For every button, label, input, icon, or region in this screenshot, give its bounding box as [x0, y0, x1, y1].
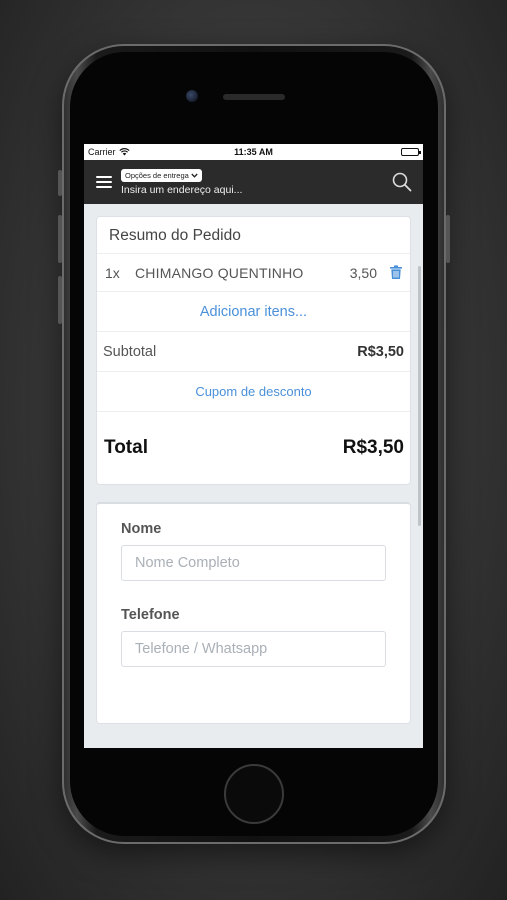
item-name: CHIMANGO QUENTINHO [135, 264, 304, 281]
delivery-options-label: Opções de entrega [125, 170, 189, 180]
address-field[interactable]: Insira um endereço aqui... [121, 184, 391, 196]
item-quantity: 1x [105, 264, 120, 281]
item-price: 3,50 [349, 264, 377, 281]
delivery-options-dropdown[interactable]: Opções de entrega [121, 168, 202, 182]
volume-down-button [58, 276, 62, 324]
subtotal-label: Subtotal [103, 343, 157, 360]
subtotal-row: Subtotal R$3,50 [97, 332, 410, 372]
phone-input[interactable] [121, 631, 386, 667]
top-navbar: Opções de entrega Insira um endereço aqu… [84, 160, 423, 204]
customer-form-card: Nome Telefone [96, 502, 411, 724]
phone-field-group: Telefone [121, 607, 386, 667]
battery-icon [401, 148, 421, 156]
name-input[interactable] [121, 545, 386, 581]
subtotal-value: R$3,50 [357, 343, 404, 360]
chevron-down-icon [191, 173, 198, 178]
total-row: Total R$3,50 [97, 412, 410, 484]
mute-switch [58, 170, 62, 196]
total-value: R$3,50 [342, 437, 404, 458]
name-field-group: Nome [121, 521, 386, 581]
trash-icon[interactable] [389, 265, 403, 280]
order-summary-card: Resumo do Pedido 1x CHIMANGO QUENTINHO 3… [96, 216, 411, 485]
phone-label: Telefone [121, 607, 180, 623]
app-screen: Carrier 11:35 AM Opções de entrega Insir… [84, 144, 423, 748]
home-button[interactable] [224, 764, 284, 824]
power-button [446, 215, 450, 263]
add-items-link[interactable]: Adicionar itens... [97, 292, 410, 332]
volume-up-button [58, 215, 62, 263]
total-label: Total [104, 437, 148, 458]
name-label: Nome [121, 521, 162, 537]
status-bar: Carrier 11:35 AM [84, 144, 423, 160]
order-item-row: 1x CHIMANGO QUENTINHO 3,50 [97, 254, 410, 292]
delivery-info: Opções de entrega Insira um endereço aqu… [121, 168, 391, 196]
status-time: 11:35 AM [234, 147, 273, 157]
order-summary-title: Resumo do Pedido [97, 217, 410, 254]
menu-icon[interactable] [96, 176, 112, 188]
front-camera [186, 90, 198, 102]
scrollbar[interactable] [418, 266, 421, 526]
search-icon[interactable] [391, 171, 413, 193]
coupon-link[interactable]: Cupom de desconto [97, 372, 410, 412]
main-content: Resumo do Pedido 1x CHIMANGO QUENTINHO 3… [84, 204, 423, 724]
earpiece-speaker [223, 94, 285, 100]
